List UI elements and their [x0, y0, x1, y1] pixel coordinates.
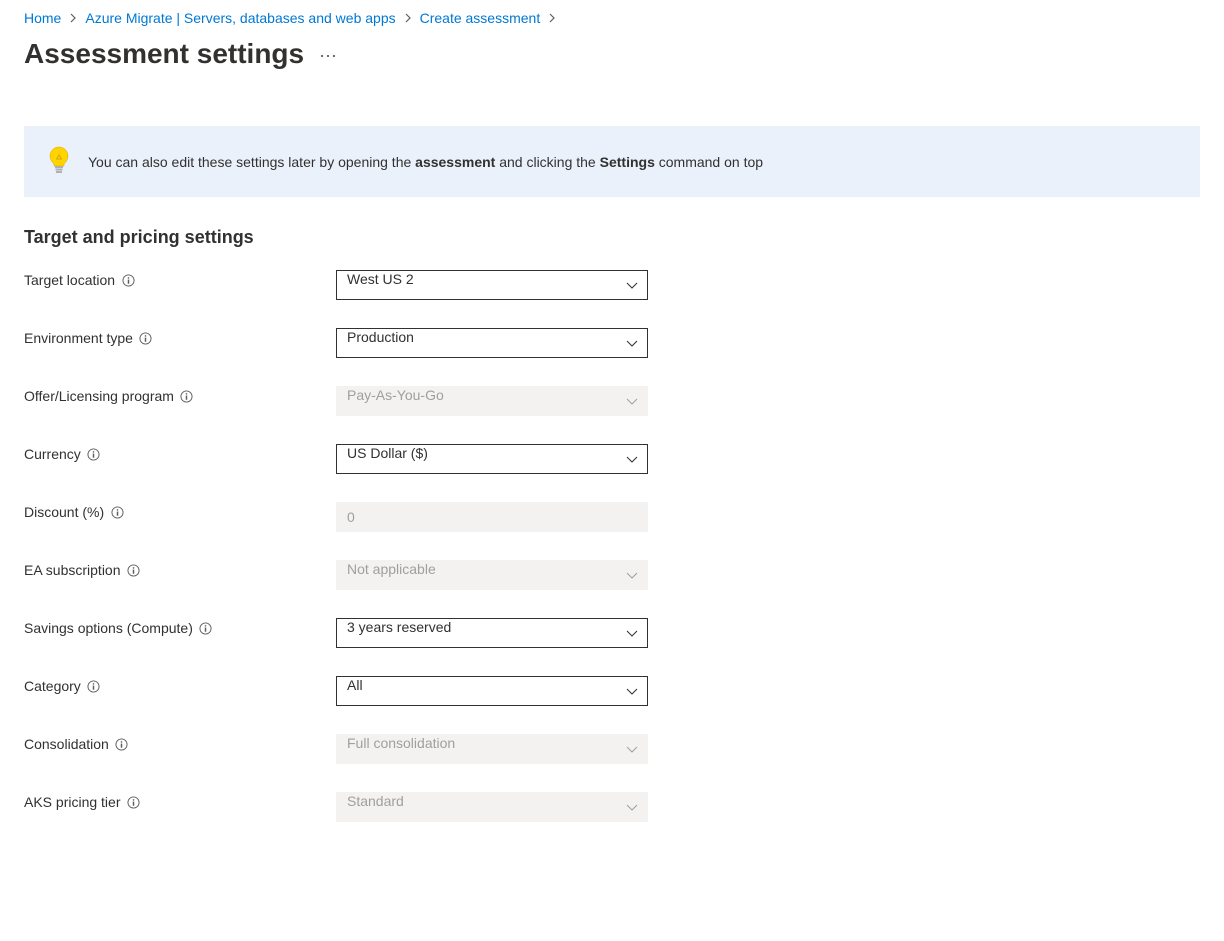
page-title: Assessment settings [24, 38, 304, 70]
info-icon[interactable] [115, 737, 129, 751]
chevron-right-icon [69, 10, 77, 26]
ea-subscription-label: EA subscription [24, 562, 121, 578]
chevron-right-icon [548, 10, 556, 26]
aks-pricing-tier-select: Standard [336, 792, 648, 822]
chevron-right-icon [404, 10, 412, 26]
consolidation-label: Consolidation [24, 736, 109, 752]
discount-label: Discount (%) [24, 504, 104, 520]
consolidation-select: Full consolidation [336, 734, 648, 764]
environment-type-label: Environment type [24, 330, 133, 346]
info-icon[interactable] [139, 331, 153, 345]
info-icon[interactable] [87, 447, 101, 461]
savings-options-label: Savings options (Compute) [24, 620, 193, 636]
breadcrumb-link-home[interactable]: Home [24, 10, 61, 26]
breadcrumb-link-azure-migrate[interactable]: Azure Migrate | Servers, databases and w… [85, 10, 395, 26]
offer-licensing-label: Offer/Licensing program [24, 388, 174, 404]
currency-select[interactable]: US Dollar ($) [336, 444, 648, 474]
info-icon[interactable] [126, 795, 140, 809]
breadcrumb-link-create-assessment[interactable]: Create assessment [420, 10, 541, 26]
info-icon[interactable] [121, 273, 135, 287]
aks-pricing-tier-label: AKS pricing tier [24, 794, 120, 810]
info-icon[interactable] [127, 563, 141, 577]
category-label: Category [24, 678, 81, 694]
offer-licensing-select: Pay-As-You-Go [336, 386, 648, 416]
target-location-select[interactable]: West US 2 [336, 270, 648, 300]
breadcrumb: Home Azure Migrate | Servers, databases … [24, 10, 1200, 26]
section-heading: Target and pricing settings [24, 227, 1200, 248]
environment-type-select[interactable]: Production [336, 328, 648, 358]
banner-text: You can also edit these settings later b… [88, 154, 763, 170]
more-actions-icon[interactable] [320, 45, 336, 63]
category-select[interactable]: All [336, 676, 648, 706]
discount-input [336, 502, 648, 532]
target-location-label: Target location [24, 272, 115, 288]
lightbulb-icon [48, 146, 70, 177]
info-icon[interactable] [110, 505, 124, 519]
savings-options-select[interactable]: 3 years reserved [336, 618, 648, 648]
currency-label: Currency [24, 446, 81, 462]
info-icon[interactable] [87, 679, 101, 693]
ea-subscription-select: Not applicable [336, 560, 648, 590]
info-banner: You can also edit these settings later b… [24, 126, 1200, 197]
info-icon[interactable] [199, 621, 213, 635]
info-icon[interactable] [180, 389, 194, 403]
